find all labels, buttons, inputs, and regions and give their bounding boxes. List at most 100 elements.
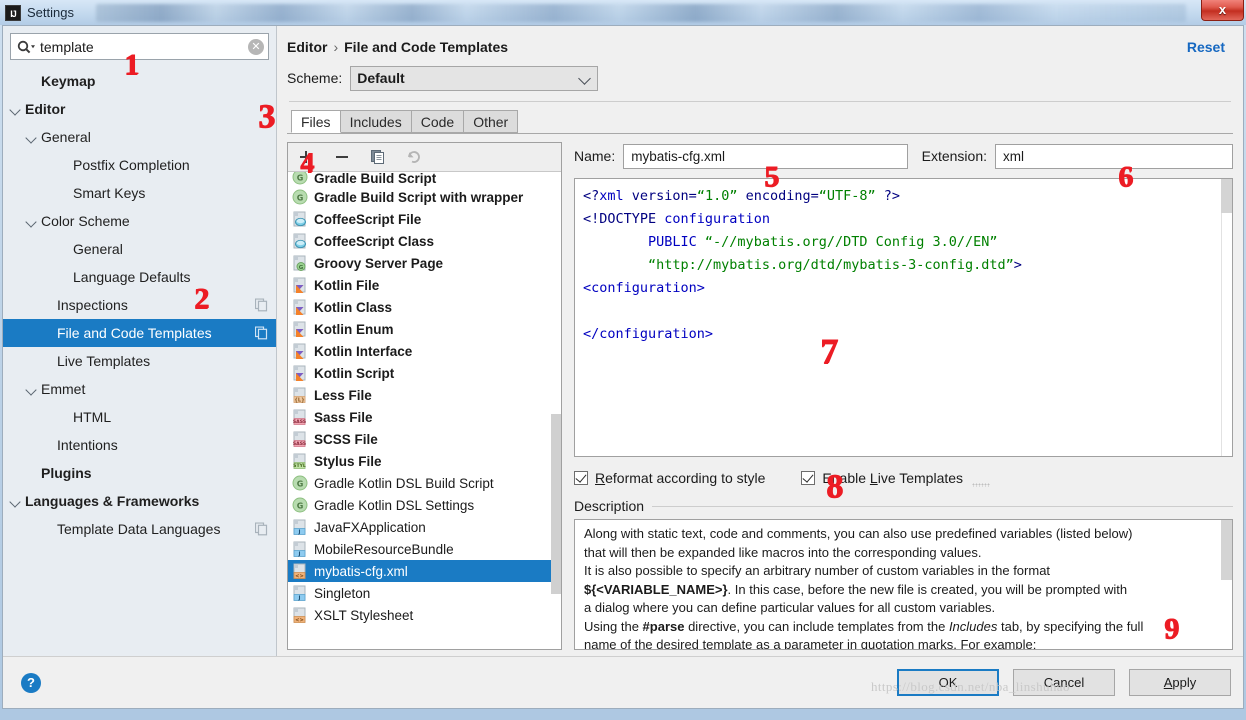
cancel-button[interactable]: Cancel [1013,669,1115,696]
sidebar-item-smart-keys[interactable]: Smart Keys [3,179,276,207]
template-list[interactable]: GGradle Build ScriptGGradle Build Script… [288,172,561,649]
template-code-text[interactable]: <?xml version=“1.0” encoding=“UTF-8” ?><… [575,179,1232,352]
template-list-item[interactable]: CoffeeScript File [288,208,561,230]
sidebar-item-plugins[interactable]: Plugins [3,459,276,487]
template-list-item[interactable]: Kotlin Class [288,296,561,318]
ok-button[interactable]: OK [897,669,999,696]
template-list-item[interactable]: GGradle Kotlin DSL Settings [288,494,561,516]
sidebar-item-template-data-languages[interactable]: Template Data Languages [3,515,276,543]
sidebar-item-general[interactable]: General [3,123,276,151]
sidebar-item-inspections[interactable]: Inspections [3,291,276,319]
tree-spacer [57,410,71,424]
remove-template-button[interactable] [332,147,352,167]
sidebar-item-color-scheme[interactable]: Color Scheme [3,207,276,235]
template-list-item[interactable]: GGradle Kotlin DSL Build Script [288,472,561,494]
template-list-scrollbar[interactable] [551,172,561,649]
sidebar-item-editor[interactable]: Editor [3,95,276,123]
chevron-down-icon[interactable] [9,102,23,116]
kotlin-file-icon [292,343,309,360]
sidebar-item-html[interactable]: HTML [3,403,276,431]
chevron-down-icon[interactable] [25,214,39,228]
apply-button[interactable]: Apply [1129,669,1231,696]
template-list-item[interactable]: GGradle Build Script with wrapper [288,186,561,208]
description-text-run: It is also possible to specify an arbitr… [584,563,1050,578]
sidebar-item-postfix-completion[interactable]: Postfix Completion [3,151,276,179]
close-icon[interactable]: x [1201,0,1244,21]
live-templates-checkbox[interactable]: Enable Live Templates [801,470,963,486]
template-list-item[interactable]: CoffeeScript Class [288,230,561,252]
copy-settings-icon[interactable] [255,523,268,536]
template-list-item[interactable]: <>XSLT Stylesheet [288,604,561,626]
tab-files[interactable]: Files [291,110,341,133]
template-list-item[interactable]: Kotlin Interface [288,340,561,362]
kotlin-file-icon [292,299,309,316]
chevron-down-icon[interactable] [25,130,39,144]
breadcrumb-parent[interactable]: Editor [287,39,327,55]
sidebar-item-intentions[interactable]: Intentions [3,431,276,459]
code-editor-scrollbar[interactable] [1221,179,1232,456]
tab-includes[interactable]: Includes [340,110,412,133]
template-list-item[interactable]: Kotlin File [288,274,561,296]
copy-template-button[interactable] [368,147,388,167]
template-list-item[interactable]: JJavaFXApplication [288,516,561,538]
template-list-item[interactable]: JSingleton [288,582,561,604]
description-text-run: name of the desired template as a parame… [584,637,1036,650]
description-text-run: . In this case, before the new file is c… [728,582,1128,597]
template-list-item-selected[interactable]: <>mybatis-cfg.xml [288,560,561,582]
splitter-handle[interactable] [972,483,990,487]
scheme-dropdown[interactable]: Default [350,66,598,91]
sidebar-item-general[interactable]: General [3,235,276,263]
reset-template-button[interactable] [404,147,424,167]
scrollbar-thumb[interactable] [1221,520,1232,580]
template-list-item[interactable]: {L}Less File [288,384,561,406]
sidebar-item-label: Keymap [41,73,95,89]
template-list-item[interactable]: GGroovy Server Page [288,252,561,274]
help-icon[interactable]: ? [21,673,41,693]
template-name-field[interactable] [623,144,907,169]
sidebar-item-live-templates[interactable]: Live Templates [3,347,276,375]
template-list-item[interactable]: GGradle Build Script [288,172,561,186]
sidebar-item-languages-frameworks[interactable]: Languages & Frameworks [3,487,276,515]
code-token: “UTF-8” [819,188,876,204]
sidebar-item-language-defaults[interactable]: Language Defaults [3,263,276,291]
description-scrollbar[interactable] [1221,520,1232,649]
chevron-down-icon[interactable] [9,494,23,508]
template-extension-field[interactable] [995,144,1233,169]
reformat-checkbox[interactable]: Reformat according to style [574,470,765,486]
code-token: <? [583,188,599,204]
search-icon[interactable] [17,39,36,55]
sidebar-item-emmet[interactable]: Emmet [3,375,276,403]
clear-search-icon[interactable]: ✕ [248,39,264,55]
description-text-run: Includes [949,619,997,634]
template-extension-input[interactable] [1001,148,1227,165]
sidebar-item-file-and-code-templates[interactable]: File and Code Templates [3,319,276,347]
template-list-item[interactable]: JMobileResourceBundle [288,538,561,560]
sass-file-icon: SASS [292,409,309,426]
template-list-item[interactable]: SASSSCSS File [288,428,561,450]
sidebar-item-keymap[interactable]: Keymap [3,67,276,95]
scrollbar-thumb[interactable] [551,414,561,594]
search-box[interactable]: ✕ [10,33,269,60]
template-list-item[interactable]: Kotlin Script [288,362,561,384]
template-name-input[interactable] [629,148,901,165]
live-templates-checkbox-label: Enable Live Templates [822,470,963,486]
scrollbar-thumb[interactable] [1221,179,1232,213]
template-list-item[interactable]: STYLStylus File [288,450,561,472]
tab-code[interactable]: Code [411,110,464,133]
add-template-button[interactable] [296,147,316,167]
copy-settings-icon[interactable] [255,327,268,340]
template-list-item-label: Kotlin Enum [314,322,394,337]
template-list-item[interactable]: Kotlin Enum [288,318,561,340]
copy-settings-icon[interactable] [255,299,268,312]
reset-link[interactable]: Reset [1187,39,1233,55]
tab-other[interactable]: Other [463,110,518,133]
checkbox-box-icon[interactable] [574,471,588,485]
template-code-editor[interactable]: <?xml version=“1.0” encoding=“UTF-8” ?><… [574,178,1233,457]
code-token [583,257,648,273]
search-input[interactable] [36,38,248,56]
code-token: encoding= [737,188,818,204]
template-list-item[interactable]: SASSSass File [288,406,561,428]
chevron-down-icon[interactable] [25,382,39,396]
chevron-down-icon[interactable] [579,72,591,84]
checkbox-box-icon[interactable] [801,471,815,485]
